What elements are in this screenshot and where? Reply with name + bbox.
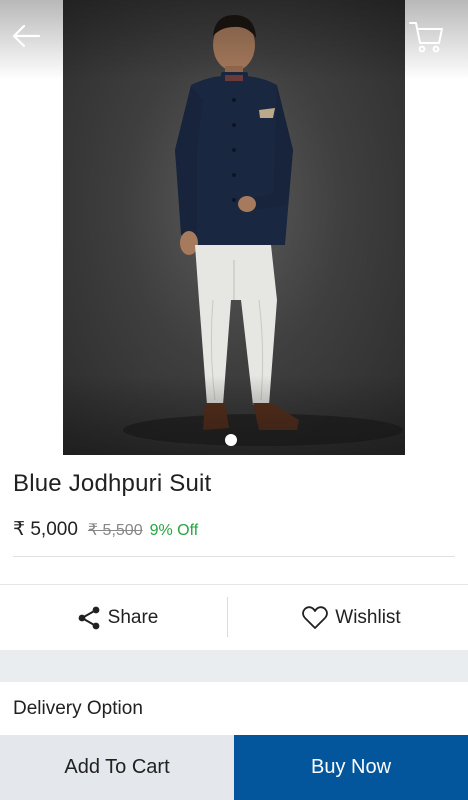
cart-button[interactable]	[406, 16, 446, 56]
back-button[interactable]	[8, 18, 44, 54]
section-separator	[0, 650, 468, 682]
product-page: Blue Jodhpuri Suit ₹ 5,000 ₹ 5,500 9% Of…	[0, 0, 468, 800]
share-icon	[78, 606, 100, 629]
original-price: ₹ 5,500	[87, 522, 143, 539]
action-bar: Share Wishlist	[0, 584, 468, 650]
product-photo	[63, 0, 405, 455]
discount-badge: 9% Off	[149, 522, 199, 539]
cart-icon	[409, 22, 443, 53]
carousel-indicator-dot[interactable]	[225, 434, 237, 446]
share-label: Share	[107, 606, 159, 628]
share-button[interactable]: Share	[0, 585, 234, 650]
product-image-carousel[interactable]	[0, 0, 468, 455]
wishlist-label: Wishlist	[335, 606, 401, 628]
arrow-left-icon	[12, 24, 41, 48]
add-to-cart-button[interactable]: Add To Cart	[0, 735, 234, 800]
product-title: Blue Jodhpuri Suit	[13, 470, 212, 497]
bottom-action-bar: Add To Cart Buy Now	[0, 735, 468, 800]
heart-icon	[302, 605, 329, 629]
delivery-option-heading: Delivery Option	[13, 698, 143, 719]
wishlist-button[interactable]: Wishlist	[234, 585, 468, 650]
selling-price: ₹ 5,000	[13, 519, 78, 540]
divider	[13, 556, 455, 557]
buy-now-button[interactable]: Buy Now	[234, 735, 468, 800]
action-separator	[227, 597, 228, 637]
price-row: ₹ 5,000 ₹ 5,500 9% Off	[13, 518, 198, 541]
